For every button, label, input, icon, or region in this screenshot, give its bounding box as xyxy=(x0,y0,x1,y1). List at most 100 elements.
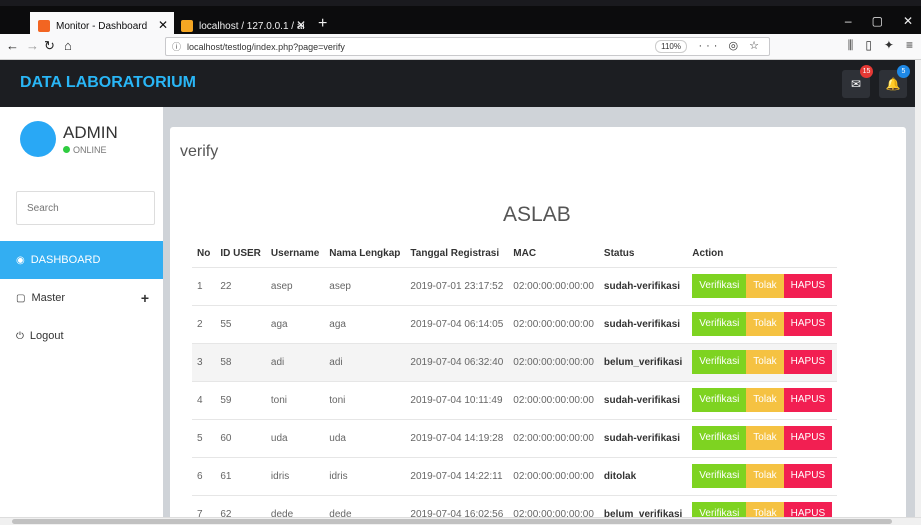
cell-mac: 02:00:00:00:00:00 xyxy=(508,342,599,381)
cell-nama: toni xyxy=(324,380,406,419)
envelope-icon: ✉ xyxy=(850,77,862,91)
scrollbar-thumb[interactable] xyxy=(12,519,892,524)
verify-button[interactable]: Verifikasi xyxy=(692,274,747,298)
search-input[interactable] xyxy=(16,191,155,225)
cell-id: 59 xyxy=(215,380,266,419)
reload-icon[interactable]: ↻ xyxy=(44,38,55,54)
close-tab-icon[interactable]: ✕ xyxy=(158,18,168,32)
cell-tanggal: 2019-07-04 14:19:28 xyxy=(405,418,509,457)
back-icon[interactable]: ← xyxy=(6,38,19,53)
dashboard-icon: ◉ xyxy=(16,254,25,266)
new-tab-icon[interactable]: + xyxy=(318,15,327,33)
delete-button[interactable]: HAPUS xyxy=(783,426,833,450)
site-favicon-icon xyxy=(38,20,50,32)
verify-button[interactable]: Verifikasi xyxy=(692,464,747,488)
verify-button[interactable]: Verifikasi xyxy=(692,312,747,336)
sidebar-item-dashboard[interactable]: ◉ DASHBOARD xyxy=(0,241,163,279)
verify-button[interactable]: Verifikasi xyxy=(692,388,747,412)
url-bar[interactable]: ⓘ localhost/testlog/index.php?page=verif… xyxy=(165,37,770,56)
column-header: Status xyxy=(603,248,635,260)
home-icon[interactable]: ⌂ xyxy=(64,38,72,53)
delete-button[interactable]: HAPUS xyxy=(783,350,833,374)
sidebar-item-label: Master xyxy=(31,292,66,304)
cell-id: 61 xyxy=(215,456,266,495)
cell-username: asep xyxy=(265,266,325,305)
reject-button[interactable]: Tolak xyxy=(746,350,784,374)
extension-icon[interactable]: ✦ xyxy=(884,38,894,53)
cell-actions: Verifikasi Tolak HAPUS xyxy=(687,418,838,457)
close-tab-icon[interactable]: ✕ xyxy=(296,18,306,32)
column-header: Username xyxy=(270,248,320,260)
bell-icon: 🔔 xyxy=(885,77,901,91)
minimize-icon[interactable]: – xyxy=(845,14,852,28)
verify-button[interactable]: Verifikasi xyxy=(692,426,747,450)
tab-bar: Monitor - Dashboard ✕ localhost / 127.0.… xyxy=(0,0,921,40)
cell-status: sudah-verifikasi xyxy=(598,304,688,343)
section-title: ASLAB xyxy=(503,203,571,226)
cell-nama: adi xyxy=(324,342,406,381)
delete-button[interactable]: HAPUS xyxy=(783,388,833,412)
forward-icon[interactable]: → xyxy=(26,38,39,53)
delete-button[interactable]: HAPUS xyxy=(783,312,833,336)
cell-tanggal: 2019-07-04 06:32:40 xyxy=(405,342,509,381)
messages-badge: 15 xyxy=(860,65,873,78)
delete-button[interactable]: HAPUS xyxy=(783,464,833,488)
cell-nama: aga xyxy=(324,304,406,343)
cell-username: toni xyxy=(265,380,325,419)
cell-username: uda xyxy=(265,418,325,457)
cell-tanggal: 2019-07-04 10:11:49 xyxy=(405,380,509,419)
messages-button[interactable]: ✉ 15 xyxy=(842,65,873,98)
cell-actions: Verifikasi Tolak HAPUS xyxy=(687,456,838,495)
reject-button[interactable]: Tolak xyxy=(746,426,784,450)
sidebar-item-master[interactable]: ▢ Master + xyxy=(0,279,163,317)
menu-icon[interactable]: ≡ xyxy=(906,38,913,53)
phpmyadmin-favicon-icon xyxy=(181,20,193,32)
cell-no: 3 xyxy=(192,342,216,381)
cell-id: 22 xyxy=(215,266,266,305)
reject-button[interactable]: Tolak xyxy=(746,274,784,298)
column-header: Tanggal Registrasi xyxy=(410,248,500,260)
cell-actions: Verifikasi Tolak HAPUS xyxy=(687,380,838,419)
verify-button[interactable]: Verifikasi xyxy=(692,350,747,374)
vertical-scrollbar[interactable] xyxy=(915,60,921,517)
close-window-icon[interactable]: ✕ xyxy=(903,14,913,28)
cell-no: 6 xyxy=(192,456,216,495)
page-title: verify xyxy=(180,143,219,160)
cell-no: 2 xyxy=(192,304,216,343)
cell-tanggal: 2019-07-04 14:22:11 xyxy=(405,456,509,495)
reject-button[interactable]: Tolak xyxy=(746,312,784,336)
column-header: No xyxy=(197,248,211,260)
cell-mac: 02:00:00:00:00:00 xyxy=(508,304,599,343)
table-row: 3 58 adi adi 2019-07-04 06:32:40 02:00:0… xyxy=(192,342,838,381)
browser-window: Monitor - Dashboard ✕ localhost / 127.0.… xyxy=(0,0,921,525)
users-table: No ID USER Username Nama Lengkap Tanggal… xyxy=(192,241,838,525)
table-row: 2 55 aga aga 2019-07-04 06:14:05 02:00:0… xyxy=(192,304,838,343)
delete-button[interactable]: HAPUS xyxy=(783,274,833,298)
avatar xyxy=(20,121,56,157)
cell-actions: Verifikasi Tolak HAPUS xyxy=(687,342,838,381)
cell-mac: 02:00:00:00:00:00 xyxy=(508,266,599,305)
table-row: 5 60 uda uda 2019-07-04 14:19:28 02:00:0… xyxy=(192,418,838,457)
zoom-level[interactable]: 110% xyxy=(655,40,687,53)
site-info-icon[interactable]: ⓘ xyxy=(172,40,181,53)
sidebar-item-logout[interactable]: ⏻ Logout xyxy=(0,317,163,355)
cell-actions: Verifikasi Tolak HAPUS xyxy=(687,266,838,305)
column-header: Action xyxy=(692,248,724,260)
sidebar-toggle-icon[interactable]: ▯ xyxy=(865,38,872,53)
user-name: ADMIN xyxy=(63,123,118,142)
toolbar-icons: ⫼ ▯ ✦ ≡ xyxy=(848,38,913,53)
horizontal-scrollbar[interactable] xyxy=(0,517,921,525)
reject-button[interactable]: Tolak xyxy=(746,464,784,488)
page-actions-icon[interactable]: ··· ◎ ☆ xyxy=(698,39,763,52)
reject-button[interactable]: Tolak xyxy=(746,388,784,412)
brand-title[interactable]: DATA LABORATORIUM xyxy=(20,74,196,92)
maximize-icon[interactable]: ▢ xyxy=(872,14,883,28)
window-controls: – ▢ ✕ xyxy=(845,14,913,28)
column-header: MAC xyxy=(513,248,537,260)
expand-plus-icon[interactable]: + xyxy=(141,290,149,306)
cell-no: 4 xyxy=(192,380,216,419)
notifications-button[interactable]: 🔔 5 xyxy=(879,65,910,98)
library-icon[interactable]: ⫼ xyxy=(848,38,854,53)
cell-no: 1 xyxy=(192,266,216,305)
user-status: ONLINE xyxy=(63,145,107,155)
